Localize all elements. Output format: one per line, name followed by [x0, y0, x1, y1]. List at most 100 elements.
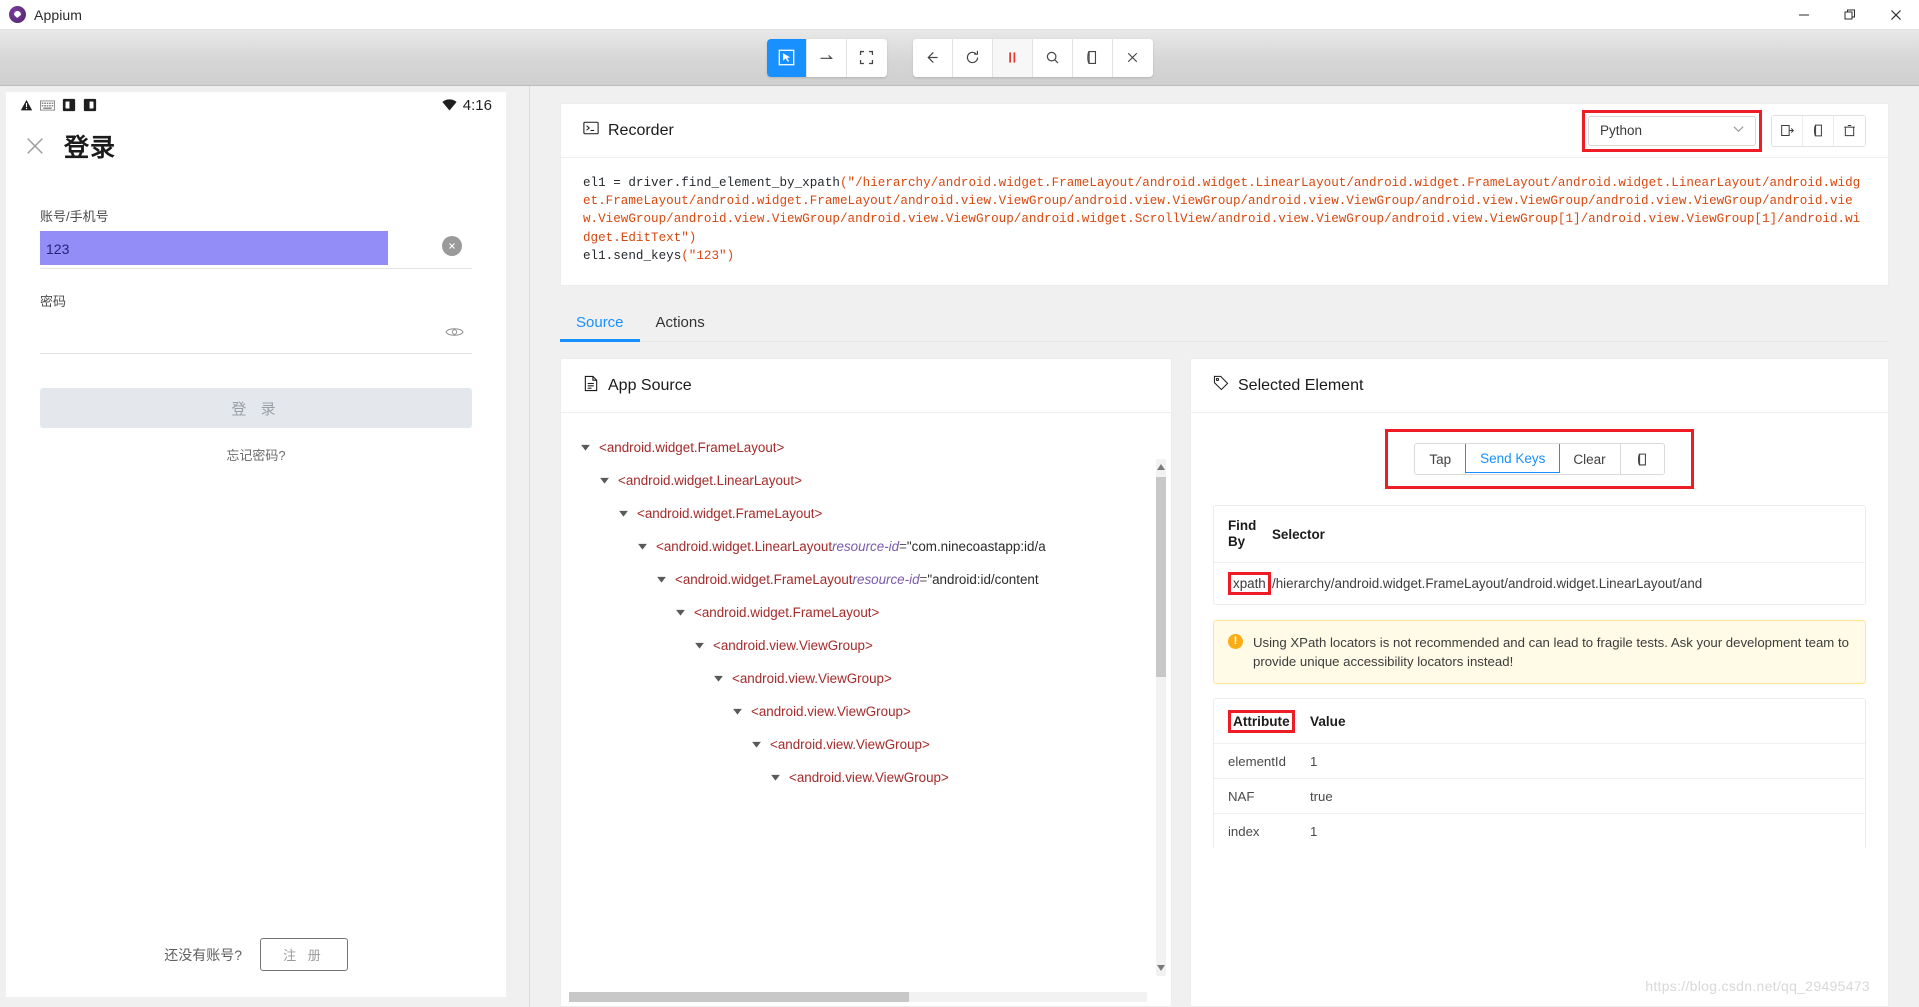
source-tree-node[interactable]: <android.widget.FrameLayout>	[561, 497, 1171, 530]
warning-exclamation-icon: !	[1228, 634, 1243, 650]
toolbar-session-group	[912, 38, 1153, 77]
recorder-title-block: Recorder	[583, 120, 674, 141]
source-tree-node[interactable]: <android.view.ViewGroup>	[561, 695, 1171, 728]
caret-down-icon[interactable]	[579, 442, 591, 454]
source-tree-tag: <android.view.ViewGroup>	[713, 638, 873, 654]
tap-action-button[interactable]: Tap	[1415, 444, 1467, 475]
scroll-up-arrow-icon[interactable]	[1156, 461, 1166, 473]
caret-down-icon[interactable]	[712, 673, 724, 685]
caret-down-icon[interactable]	[750, 739, 762, 751]
selector-table-header: Find By Selector	[1214, 506, 1865, 562]
selector-table: Find By Selector xpath /hierarchy/androi…	[1213, 505, 1866, 606]
device-screenshot-pane[interactable]: 4:16 登录 账号/手机号 123 密码 登 录 忘记密码? 还没有账号? 注…	[0, 86, 530, 1007]
caret-down-icon[interactable]	[655, 574, 667, 586]
scroll-down-arrow-icon[interactable]	[1156, 962, 1166, 974]
app-source-header: App Source	[561, 359, 1171, 414]
copy-button[interactable]	[1072, 38, 1113, 77]
wifi-icon	[442, 99, 457, 111]
close-window-button[interactable]	[1873, 0, 1919, 30]
source-tree-node[interactable]: <android.view.ViewGroup>	[561, 629, 1171, 662]
caret-down-icon[interactable]	[731, 706, 743, 718]
maximize-restore-button[interactable]	[1827, 0, 1873, 30]
clear-recorder-button[interactable]	[1834, 115, 1865, 146]
caret-down-icon[interactable]	[598, 475, 610, 487]
recorder-language-select[interactable]: Python	[1588, 115, 1756, 146]
source-tree-tag: <android.widget.FrameLayout>	[599, 440, 785, 456]
password-field-row[interactable]	[40, 314, 472, 354]
caret-down-icon[interactable]	[617, 508, 629, 520]
scrollbar-thumb-horizontal[interactable]	[569, 992, 909, 1002]
app-source-vertical-scrollbar[interactable]	[1156, 459, 1166, 976]
terminal-icon	[583, 120, 599, 141]
tab-source[interactable]: Source	[560, 314, 640, 343]
recorder-action-buttons	[1771, 114, 1866, 147]
source-tree-node[interactable]: <android.widget.LinearLayout>	[561, 464, 1171, 497]
minimize-button[interactable]	[1781, 0, 1827, 30]
close-x-icon[interactable]	[22, 133, 48, 159]
window-title: Appium	[34, 6, 83, 23]
selected-element-header: Selected Element	[1191, 359, 1888, 414]
show-boilerplate-button[interactable]	[1772, 115, 1803, 146]
send-keys-action-button[interactable]: Send Keys	[1465, 444, 1561, 474]
caret-down-icon[interactable]	[693, 640, 705, 652]
quit-session-button[interactable]	[1112, 38, 1153, 77]
copy-attributes-button[interactable]	[1620, 444, 1664, 475]
select-element-tool-button[interactable]	[766, 38, 807, 77]
xpath-highlight: xpath	[1228, 572, 1271, 596]
table-row: elementId 1	[1214, 743, 1865, 778]
device-screen[interactable]: 4:16 登录 账号/手机号 123 密码 登 录 忘记密码? 还没有账号? 注…	[6, 92, 506, 997]
appium-logo-icon	[9, 6, 26, 23]
clear-circle-icon[interactable]	[442, 236, 462, 256]
clear-action-button[interactable]: Clear	[1559, 444, 1621, 475]
watermark-text: https://blog.csdn.net/qq_29495473	[1645, 978, 1870, 994]
tap-by-coordinates-tool-button[interactable]	[846, 38, 887, 77]
back-button[interactable]	[912, 38, 953, 77]
keyboard-icon	[40, 100, 55, 111]
caret-down-icon[interactable]	[636, 541, 648, 553]
caret-down-icon[interactable]	[674, 607, 686, 619]
swipe-tool-button[interactable]	[806, 38, 847, 77]
page-title: 登录	[64, 134, 117, 162]
app-source-body[interactable]: <android.widget.FrameLayout> <android.wid…	[561, 413, 1171, 1006]
source-tree-attr-name: resource-id	[852, 572, 920, 588]
register-button[interactable]: 注 册	[260, 938, 348, 971]
code-line-1-prefix: el1 = driver.find_element_by_xpath	[583, 176, 840, 190]
scrollbar-thumb[interactable]	[1156, 477, 1166, 678]
chevron-down-icon	[1733, 125, 1744, 136]
eye-icon[interactable]	[445, 325, 464, 342]
app-source-horizontal-scrollbar[interactable]	[569, 992, 1147, 1002]
attributes-table: Attribute Value elementId 1 NAF true ind…	[1213, 698, 1866, 849]
app-source-tree[interactable]: <android.widget.FrameLayout> <android.wid…	[561, 413, 1171, 794]
source-tree-node[interactable]: <android.widget.LinearLayout resource-id…	[561, 530, 1171, 563]
recorder-code-body[interactable]: el1 = driver.find_element_by_xpath("/hie…	[561, 158, 1888, 285]
copy-code-button[interactable]	[1803, 115, 1834, 146]
source-tree-node[interactable]: <android.view.ViewGroup>	[561, 761, 1171, 794]
tab-actions[interactable]: Actions	[640, 314, 721, 341]
device-nav-row: 登录	[6, 118, 506, 164]
login-submit-button[interactable]: 登 录	[40, 388, 472, 428]
recorder-code-line-2: el1.send_keys("123")	[583, 247, 1866, 265]
window-controls	[1781, 0, 1919, 30]
recorder-card: Recorder Python el1 = driver.find_elemen…	[560, 103, 1889, 287]
pause-recording-button[interactable]	[992, 38, 1033, 77]
selector-header-selector: Selector	[1272, 526, 1325, 542]
search-button[interactable]	[1032, 38, 1073, 77]
source-tree-node[interactable]: <android.widget.FrameLayout>	[561, 431, 1171, 464]
source-tree-tag: <android.view.ViewGroup>	[732, 671, 892, 687]
source-tree-node[interactable]: <android.view.ViewGroup>	[561, 662, 1171, 695]
source-tree-tag: <android.view.ViewGroup>	[751, 704, 911, 720]
source-tree-node[interactable]: <android.widget.FrameLayout resource-id =…	[561, 563, 1171, 596]
account-input-value[interactable]: 123	[40, 241, 69, 257]
selector-table-row[interactable]: xpath /hierarchy/android.widget.FrameLay…	[1214, 562, 1865, 604]
toolbar-mode-group	[766, 38, 887, 77]
refresh-button[interactable]	[952, 38, 993, 77]
attributes-header-value: Value	[1310, 713, 1346, 729]
inspector-pane: Recorder Python el1 = driver.find_elemen…	[530, 86, 1919, 1007]
screen-cast-icon	[83, 98, 97, 112]
account-field-row[interactable]: 123	[40, 229, 472, 269]
caret-down-icon[interactable]	[769, 772, 781, 784]
source-tree-tag: <android.view.ViewGroup>	[789, 770, 949, 786]
source-tree-node[interactable]: <android.widget.FrameLayout>	[561, 596, 1171, 629]
forgot-password-link[interactable]: 忘记密码?	[6, 445, 506, 464]
source-tree-node[interactable]: <android.view.ViewGroup>	[561, 728, 1171, 761]
